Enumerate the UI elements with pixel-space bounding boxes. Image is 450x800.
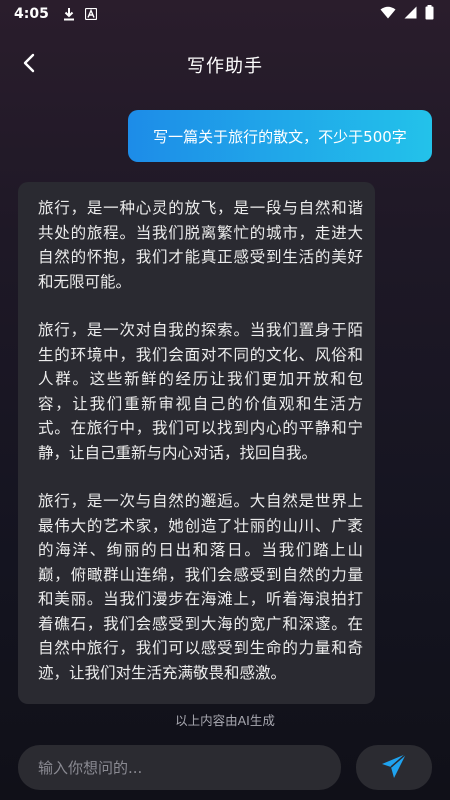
ai-paragraph: 旅行，是一次与自然的邂逅。大自然是世界上最伟大的艺术家，她创造了壮丽的山川、广袤… xyxy=(38,492,363,682)
ai-paragraph: 旅行，是一次对自我的探索。当我们置身于陌生的环境中，我们会面对不同的文化、风俗和… xyxy=(38,321,363,462)
status-right-icons xyxy=(380,4,434,24)
send-button[interactable] xyxy=(356,745,432,790)
header: 写作助手 xyxy=(0,40,450,90)
battery-icon xyxy=(425,4,434,24)
status-time: 4:05 xyxy=(14,6,49,22)
user-message-text: 写一篇关于旅行的散文，不少于500字 xyxy=(153,127,407,146)
ai-generated-note: 以上内容由AI生成 xyxy=(175,713,275,728)
paper-plane-icon xyxy=(380,752,408,784)
download-icon xyxy=(63,7,75,21)
status-bar: 4:05 xyxy=(0,0,450,28)
chevron-left-icon xyxy=(22,53,36,77)
a-notification-icon xyxy=(84,8,97,20)
wifi-icon xyxy=(380,6,396,23)
ai-response-bubble[interactable]: 旅行，是一种心灵的放飞，是一段与自然和谐共处的旅程。当我们脱离繁忙的城市，走进大… xyxy=(18,182,375,704)
back-button[interactable] xyxy=(14,50,44,80)
question-input[interactable] xyxy=(18,745,341,790)
ai-paragraph: 旅行，是一种心灵的放飞，是一段与自然和谐共处的旅程。当我们脱离繁忙的城市，走进大… xyxy=(38,199,363,291)
signal-icon xyxy=(404,6,417,23)
user-message-bubble: 写一篇关于旅行的散文，不少于500字 xyxy=(128,110,432,162)
page-title: 写作助手 xyxy=(187,56,263,77)
